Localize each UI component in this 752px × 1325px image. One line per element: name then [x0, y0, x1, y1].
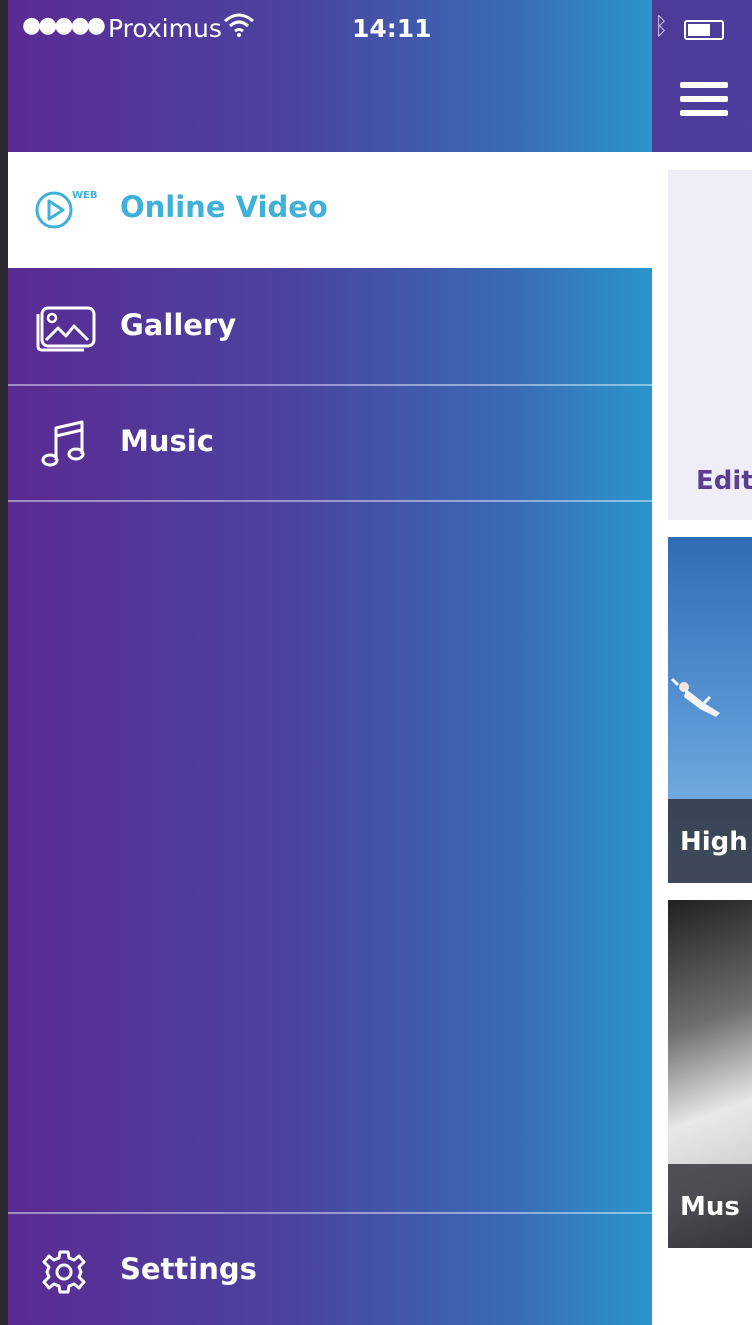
carrier-name: Proximus — [108, 14, 222, 43]
battery-icon — [684, 20, 724, 40]
main-content: Edit High Mus — [652, 0, 752, 1325]
clock: 14:11 — [352, 14, 432, 43]
navigation-drawer: WEB Online Video Gallery Music Settings — [8, 0, 652, 1325]
music-card[interactable]: Mus — [668, 900, 752, 1248]
menu-item-label: Gallery — [120, 308, 237, 342]
menu-divider — [8, 500, 652, 502]
app-screen: Edit High Mus WEB Online Video Gallery M… — [8, 0, 752, 1325]
hamburger-icon[interactable] — [680, 82, 728, 120]
menu-item-settings[interactable]: Settings — [8, 1214, 652, 1325]
menu-item-online-video[interactable]: WEB Online Video — [8, 152, 652, 268]
edit-card[interactable]: Edit — [668, 170, 752, 520]
menu-item-label: Music — [120, 424, 214, 458]
gear-icon — [42, 1250, 86, 1294]
wifi-icon — [224, 13, 254, 37]
status-bar: ●●●●● Proximus 14:11 ᛒ — [8, 0, 752, 56]
web-video-icon: WEB — [35, 190, 97, 229]
menu-item-label: Online Video — [120, 190, 328, 224]
svg-text:WEB: WEB — [72, 190, 97, 201]
signal-strength-icon: ●●●●● — [22, 13, 106, 38]
menu-item-gallery[interactable]: Gallery — [8, 270, 652, 386]
gallery-icon — [36, 306, 96, 352]
music-caption: Mus — [680, 1192, 740, 1222]
highlight-caption-bar: High — [668, 799, 752, 883]
settings-label: Settings — [120, 1252, 257, 1286]
skydiver-image — [670, 677, 720, 717]
highlight-caption: High — [680, 827, 748, 857]
music-note-icon — [41, 420, 85, 467]
bluetooth-icon: ᛒ — [654, 12, 669, 40]
music-caption-bar: Mus — [668, 1164, 752, 1248]
highlight-card[interactable]: High — [668, 537, 752, 883]
edit-card-title: Edit — [696, 466, 752, 496]
menu-item-music[interactable]: Music — [8, 386, 652, 502]
